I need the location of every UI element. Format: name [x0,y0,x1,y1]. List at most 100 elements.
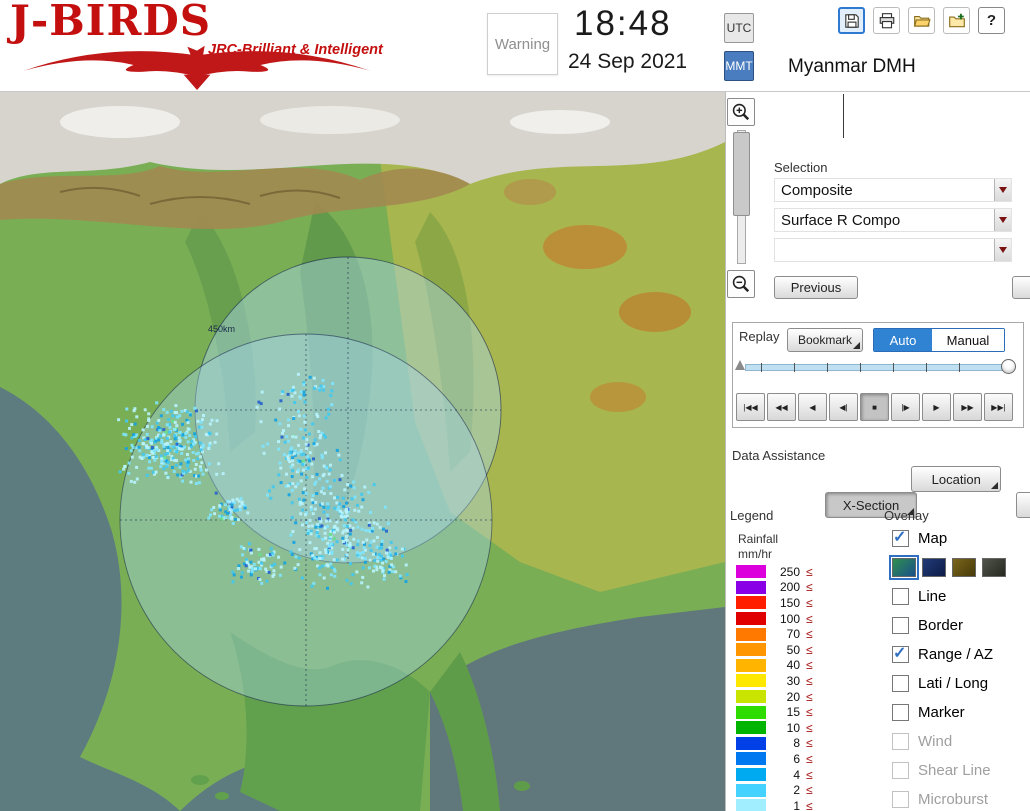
manual-mode-button[interactable]: Manual [932,329,1004,351]
header: J-BIRDS JRC-Brilliant & Intelligent Rada… [0,0,1030,109]
legend-row: 4 ≤ [736,767,856,783]
legend-value: 6 [793,751,800,766]
checkbox-range-az[interactable]: ✓ [892,645,909,663]
fast-forward-button[interactable]: ▶▶ [953,393,982,421]
legend-swatch [736,705,766,719]
mmt-button[interactable]: MMT [724,51,754,81]
overlay-label-lati-long: Lati / Long [918,675,989,692]
map-style-3[interactable] [952,558,976,577]
legend-swatch [736,596,766,610]
composite-dropdown[interactable]: Composite [774,178,1012,202]
chevron-down-icon[interactable] [994,239,1011,261]
overlay-label-marker: Marker [918,704,965,721]
replay-group: Replay Bookmark Auto Manual |◀◀ ◀◀ ◀ ◀| ■ |▶ ▶… [732,322,1024,428]
legend-swatch [736,674,766,688]
replay-mode-toggle: Auto Manual [873,328,1005,352]
legend-value: 200 [779,580,800,595]
legend-operator: ≤ [806,689,813,704]
map-style-1[interactable] [889,555,919,580]
org-name: Myanmar DMH [788,56,916,77]
legend-swatch [736,752,766,766]
legend-row: 40 ≤ [736,658,856,674]
legend-value: 30 [786,673,800,688]
stop-button[interactable]: ■ [860,393,889,421]
overlay-label-microburst: Microburst [918,791,989,808]
print-icon [879,12,894,28]
print-button[interactable] [873,7,900,34]
legend-row: 100 ≤ [736,611,856,627]
data-assistance-label: Data Assistance [732,448,826,463]
select-button[interactable]: Select [1011,275,1030,299]
status-area [774,94,1012,142]
checkbox-marker[interactable] [892,704,909,721]
track-button[interactable]: Track [1015,492,1030,518]
help-button[interactable]: ? [978,7,1005,34]
checkbox-wind [892,733,909,750]
legend-swatch [736,768,766,782]
legend-swatch [736,721,766,735]
bookmark-button[interactable]: Bookmark [787,328,863,352]
overlay-item-map: ✓ Map [892,528,1030,549]
overlay-list: ✓ Map Line Border ✓ Range / AZ Lati / Long Mark… [889,528,1030,811]
empty-dropdown[interactable] [774,238,1012,262]
legend-swatch [736,565,766,579]
radar-map-canvas: 450km [0,92,725,811]
legend-operator: ≤ [806,658,813,673]
previous-button[interactable]: Previous [774,275,858,299]
overlay-label-range-az: Range / AZ [918,646,994,663]
zoom-slider-handle[interactable] [733,132,750,216]
fast-rewind-button[interactable]: ◀◀ [767,393,796,421]
zoom-out-icon [732,275,750,293]
legend-value: 15 [786,705,800,720]
step-forward-button[interactable]: |▶ [891,393,920,421]
chevron-down-icon[interactable] [994,209,1011,231]
zoom-out-button[interactable] [727,270,755,298]
map-style-2[interactable] [922,558,946,577]
legend-row: 150 ≤ [736,595,856,611]
legend-value: 1 [793,798,800,811]
utc-button[interactable]: UTC [724,13,754,43]
export-button[interactable] [943,7,970,34]
checkbox-map[interactable]: ✓ [892,529,909,547]
skip-to-end-button[interactable]: ▶▶| [984,393,1013,421]
radar-map[interactable]: 450km [0,92,725,811]
legend-operator: ≤ [806,564,813,579]
checkbox-line[interactable] [892,588,909,605]
replay-label: Replay [739,329,780,344]
legend-row: 8 ≤ [736,736,856,752]
legend-row: 1 ≤ [736,798,856,811]
step-back-button[interactable]: ◀| [829,393,858,421]
legend-swatch [736,736,766,750]
legend-operator: ≤ [806,705,813,720]
legend-value: 20 [786,689,800,704]
play-reverse-button[interactable]: ◀ [798,393,827,421]
play-button[interactable]: ▶ [922,393,951,421]
overlay-item-border: Border [892,615,1030,636]
warning-indicator: Warning [487,13,558,75]
checkbox-border[interactable] [892,617,909,634]
chevron-down-icon[interactable] [994,179,1011,201]
range-label: 450km [208,324,235,334]
product-dropdown[interactable]: Surface R Compo [774,208,1012,232]
timeline-slider-handle[interactable] [1001,359,1016,374]
map-style-4[interactable] [982,558,1006,577]
control-panel: Selection Composite Surface R Compo Prev… [725,92,1030,811]
overlay-label-map: Map [918,530,948,547]
timeline-start-marker [735,360,745,370]
checkbox-lati-long[interactable] [892,675,909,692]
legend-row: 2 ≤ [736,782,856,798]
eagle-logo-icon [23,45,371,90]
location-button[interactable]: Location [911,466,1002,492]
product-dropdown-value: Surface R Compo [781,211,901,229]
legend-value: 40 [786,658,800,673]
overlay-item-line: Line [892,586,1030,607]
auto-mode-button[interactable]: Auto [874,329,932,351]
overlay-label-border: Border [918,617,964,634]
save-button[interactable] [838,7,865,34]
open-folder-button[interactable] [908,7,935,34]
zoom-in-button[interactable] [727,98,755,126]
skip-to-start-button[interactable]: |◀◀ [736,393,765,421]
selection-label: Selection [774,160,828,175]
legend-unit-line2: mm/hr [738,547,772,561]
overlay-label-wind: Wind [918,733,953,750]
